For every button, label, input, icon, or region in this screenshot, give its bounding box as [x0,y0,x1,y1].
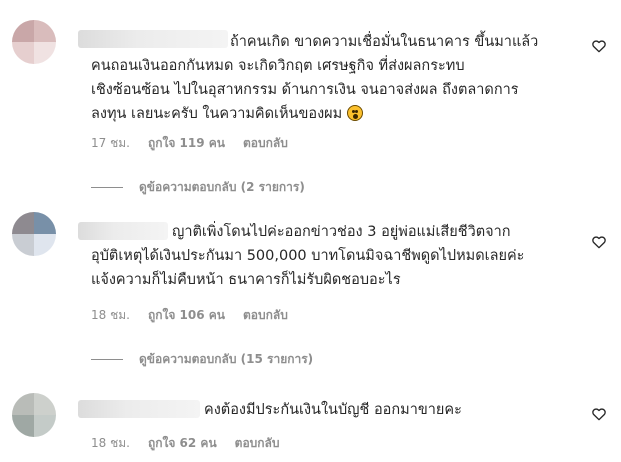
heart-outline-icon[interactable] [591,38,607,54]
comment-text: เชิงซ้อนซ้อน ไปในอุสาหกรรม ด้านการเงิน จ… [91,82,519,98]
reply-button[interactable]: ตอบกลับ [235,434,280,453]
astonished-face-icon [346,105,363,121]
like-count[interactable]: ถูกใจ 62 คน [148,434,217,453]
username-blurred[interactable] [78,222,168,240]
timestamp[interactable]: 18 ชม. [91,306,130,325]
comment-3: คงต้องมีประกันเงินในบัญชี ออกมาขายคะ 18 … [0,385,621,462]
replies-divider [91,187,123,188]
comment-text: คงต้องมีประกันเงินในบัญชี ออกมาขายคะ [204,402,462,418]
comment-meta: 18 ชม. ถูกใจ 62 คน ตอบกลับ [91,434,280,453]
comment-text: คนถอนเงินออกกันหมด จะเกิดวิกฤต เศรษฐกิจ … [91,58,465,74]
like-count[interactable]: ถูกใจ 106 คน [148,306,225,325]
comment-meta: 17 ชม. ถูกใจ 119 คน ตอบกลับ [91,134,288,153]
username-blurred[interactable] [78,30,228,48]
comment-text: แจ้งความก็ไม่คืบหน้า ธนาคารก็ไม่รับผิดชอ… [91,272,401,288]
view-replies-button[interactable]: ดูข้อความตอบกลับ (2 รายการ) [91,178,305,197]
comment-text-line: ลงทุน เลยนะครับ ในความคิดเห็นของผม [91,106,343,122]
avatar[interactable] [12,212,56,256]
view-replies-label[interactable]: ดูข้อความตอบกลับ (2 รายการ) [139,178,305,197]
timestamp[interactable]: 17 ชม. [91,134,130,153]
replies-divider [91,359,123,360]
comment-meta: 18 ชม. ถูกใจ 106 คน ตอบกลับ [91,306,288,325]
comment-text: อุบัติเหตุได้เงินประกันมา 500,000 บาทโดน… [91,248,525,264]
like-count[interactable]: ถูกใจ 119 คน [148,134,225,153]
heart-outline-icon[interactable] [591,406,607,422]
comment-text: ลงทุน เลยนะครับ ในความคิดเห็นของผม [91,102,363,126]
reply-button[interactable]: ตอบกลับ [243,306,288,325]
comment-text: ญาติเพิ่งโดนไปค่ะออกข่าวช่อง 3 อยู่พ่อแม… [172,224,511,240]
heart-outline-icon[interactable] [591,234,607,250]
view-replies-button[interactable]: ดูข้อความตอบกลับ (15 รายการ) [91,350,313,369]
comment-2: ญาติเพิ่งโดนไปค่ะออกข่าวช่อง 3 อยู่พ่อแม… [0,200,621,370]
view-replies-label[interactable]: ดูข้อความตอบกลับ (15 รายการ) [139,350,313,369]
comment-1: ถ้าคนเกิด ขาดความเชื่อมั่นในธนาคาร ขึ้นม… [0,0,621,194]
timestamp[interactable]: 18 ชม. [91,434,130,453]
avatar[interactable] [12,20,56,64]
avatar[interactable] [12,393,56,437]
username-blurred[interactable] [78,400,200,418]
reply-button[interactable]: ตอบกลับ [243,134,288,153]
comment-text: ถ้าคนเกิด ขาดความเชื่อมั่นในธนาคาร ขึ้นม… [230,34,539,50]
